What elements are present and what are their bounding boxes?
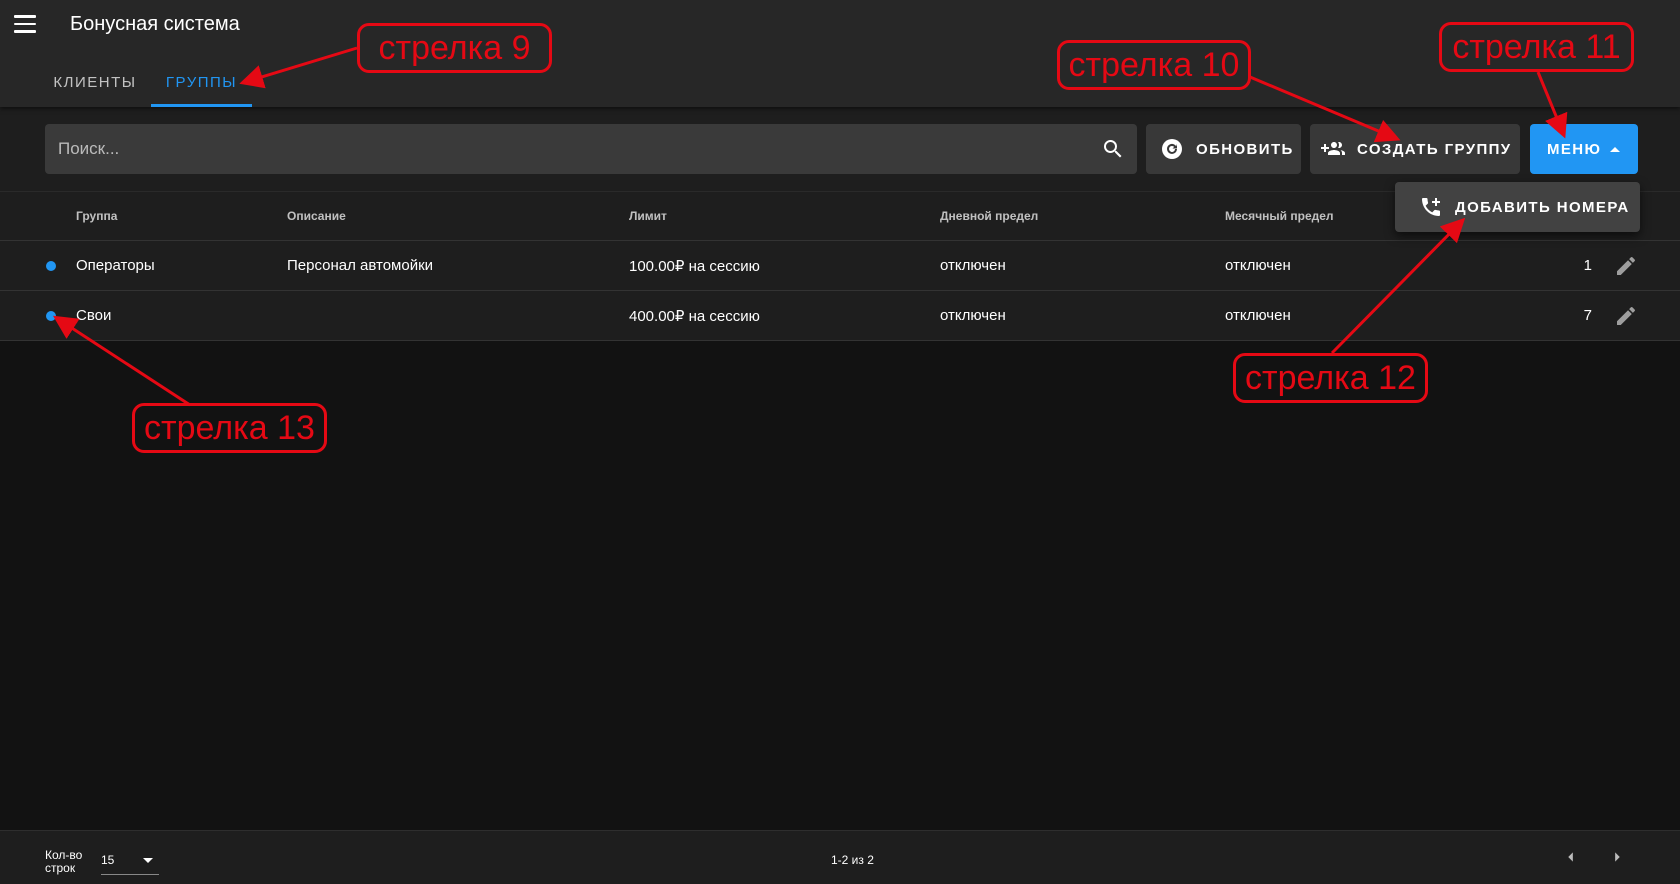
group-monthly-limit: отключен — [1225, 257, 1291, 274]
chevron-left-icon[interactable] — [1560, 845, 1582, 869]
refresh-button[interactable]: ОБНОВИТЬ — [1146, 124, 1301, 174]
group-daily-limit: отключен — [940, 257, 1006, 274]
group-daily-limit: отключен — [940, 307, 1006, 324]
pagination-info: 1-2 из 2 — [831, 853, 874, 867]
rows-per-page-value: 15 — [101, 853, 115, 867]
table-row[interactable]: Операторы Персонал автомойки 100.00₽ на … — [0, 241, 1680, 291]
dropdown-arrow-icon — [143, 858, 153, 863]
status-dot — [46, 311, 56, 321]
group-description: Персонал автомойки — [287, 257, 434, 274]
header-group[interactable]: Группа — [76, 209, 117, 223]
status-dot — [46, 261, 56, 271]
add-numbers-label: ДОБАВИТЬ НОМЕРА — [1455, 198, 1630, 216]
edit-icon[interactable] — [1614, 254, 1638, 278]
table-footer: Кол-во строк 15 1-2 из 2 — [0, 830, 1680, 884]
toolbar: ОБНОВИТЬ СОЗДАТЬ ГРУППУ МЕНЮ — [0, 107, 1680, 191]
search-box[interactable] — [45, 124, 1137, 174]
group-monthly-limit: отключен — [1225, 307, 1291, 324]
group-name: Операторы — [76, 257, 155, 274]
search-icon[interactable] — [1101, 137, 1125, 161]
search-input[interactable] — [45, 124, 1137, 174]
refresh-icon — [1162, 139, 1182, 159]
create-group-button[interactable]: СОЗДАТЬ ГРУППУ — [1310, 124, 1520, 174]
active-tab-indicator — [151, 104, 252, 107]
app-bar: Бонусная система КЛИЕНТЫ ГРУППЫ — [0, 0, 1680, 107]
menu-label: МЕНЮ — [1547, 140, 1602, 158]
group-limit: 100.00₽ на сессию — [629, 258, 760, 275]
rows-per-page-select[interactable]: 15 — [101, 845, 159, 875]
menu-button[interactable]: МЕНЮ — [1530, 124, 1638, 174]
caret-up-icon — [1610, 146, 1621, 152]
app-title: Бонусная система — [70, 13, 240, 35]
header-description[interactable]: Описание — [287, 209, 346, 223]
annotation-label-12: стрелка 12 — [1233, 353, 1428, 403]
phone-add-icon — [1422, 198, 1440, 216]
edit-icon[interactable] — [1614, 304, 1638, 328]
group-name: Свои — [76, 307, 112, 324]
annotation-label-13: стрелка 13 — [132, 403, 327, 453]
group-add-icon — [1321, 142, 1345, 155]
add-numbers-menu-item[interactable]: ДОБАВИТЬ НОМЕРА — [1395, 182, 1640, 232]
table-row[interactable]: Свои 400.00₽ на сессию отключен отключен… — [0, 291, 1680, 341]
chevron-right-icon[interactable] — [1606, 845, 1628, 869]
rows-per-page-label: Кол-во строк — [45, 848, 83, 875]
group-limit: 400.00₽ на сессию — [629, 308, 760, 325]
menu-icon[interactable] — [14, 15, 36, 33]
create-group-label: СОЗДАТЬ ГРУППУ — [1357, 140, 1512, 158]
header-limit[interactable]: Лимит — [629, 209, 667, 223]
header-daily-limit[interactable]: Дневной предел — [940, 209, 1038, 223]
header-monthly-limit[interactable]: Месячный предел — [1225, 209, 1334, 223]
tab-clients[interactable]: КЛИЕНТЫ — [40, 64, 150, 107]
refresh-label: ОБНОВИТЬ — [1196, 140, 1294, 158]
tab-groups[interactable]: ГРУППЫ — [151, 64, 252, 107]
group-member-count: 1 — [1583, 257, 1592, 274]
group-member-count: 7 — [1583, 307, 1592, 324]
